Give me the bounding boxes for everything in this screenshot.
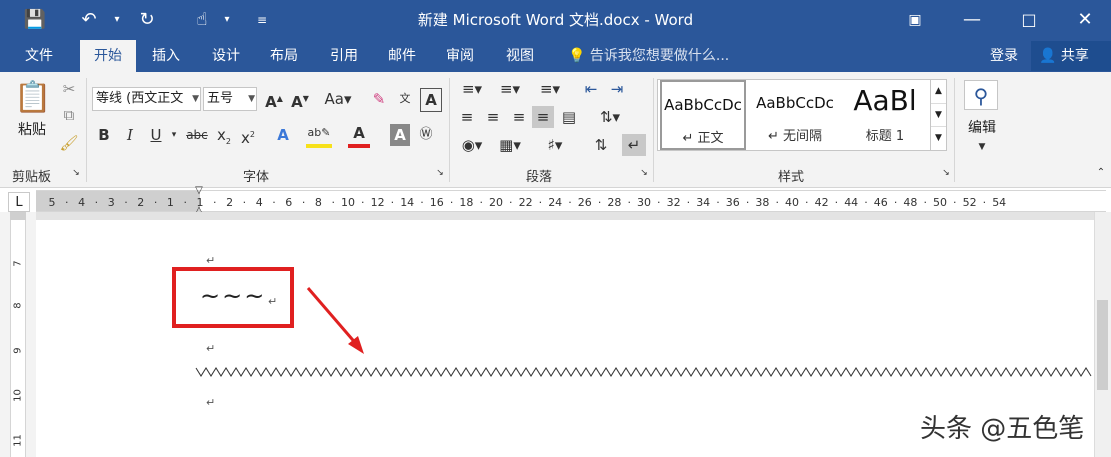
wavy-border-line	[195, 367, 1092, 377]
scrollbar-thumb[interactable]	[1097, 300, 1108, 390]
red-arrow	[306, 287, 360, 347]
watermark: 头条 @五色笔	[920, 414, 1085, 444]
annotation-layer	[195, 287, 1092, 377]
